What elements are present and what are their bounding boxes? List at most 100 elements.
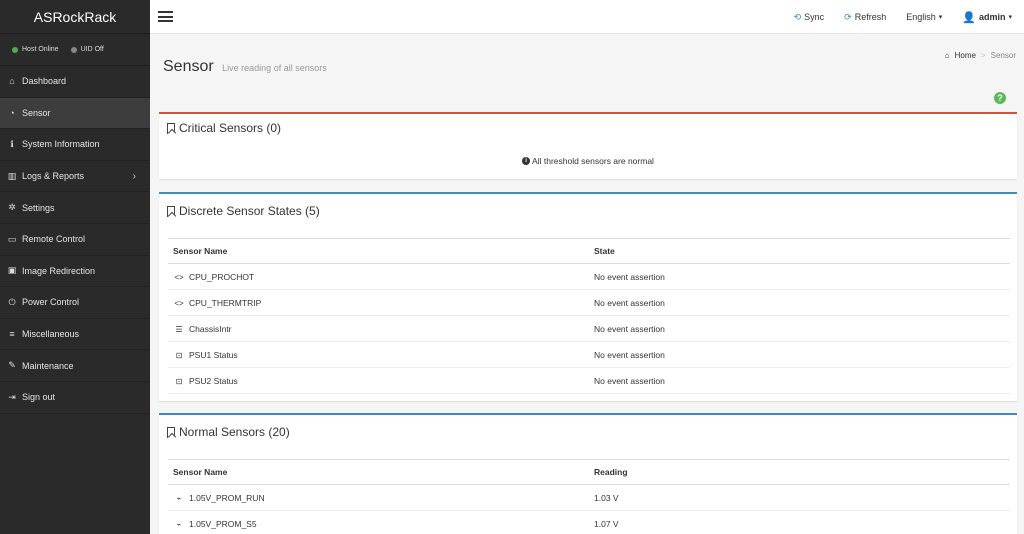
sidebar-item-settings[interactable]: ✲ Settings bbox=[0, 192, 150, 224]
column-header-sensor-name[interactable]: Sensor Name bbox=[168, 459, 589, 485]
page-subtitle: Live reading of all sensors bbox=[222, 63, 327, 73]
sidebar-item-sensor[interactable]: ◔ Sensor bbox=[0, 97, 150, 130]
page-title: Sensor bbox=[163, 58, 214, 75]
breadcrumb-separator: > bbox=[980, 51, 986, 60]
dashboard-gauge-icon: ◔ bbox=[9, 107, 15, 118]
table-row: ⊡ PSU1 Status No event assertion bbox=[168, 341, 1010, 368]
sidebar-item-label: Image Redirection bbox=[22, 265, 96, 276]
refresh-icon: ⟳ bbox=[844, 11, 852, 22]
top-bar: ⟲ Sync ⟳ Refresh English ▾ 👤 admin ▾ bbox=[150, 0, 1024, 34]
sensor-reading-cell: 1.03 V bbox=[589, 484, 1010, 511]
uid-status: UID Off bbox=[70, 46, 104, 53]
power-icon: ⏻ bbox=[8, 296, 16, 307]
main-content: Sensor Live reading of all sensors ⌂ Hom… bbox=[150, 34, 1024, 534]
sidebar-item-label: Sensor bbox=[22, 107, 51, 118]
sidebar-item-power-control[interactable]: ⏻ Power Control bbox=[0, 287, 150, 319]
table-header-row: Sensor Name Reading bbox=[168, 459, 1010, 485]
uid-status-label: UID Off bbox=[80, 46, 104, 53]
info-circle-icon: ℹ bbox=[10, 138, 14, 149]
sidebar-item-label: Sign out bbox=[22, 392, 56, 403]
table-row: ⊡ PSU2 Status No event assertion bbox=[168, 367, 1010, 394]
sensor-name-cell: ⌁ 1.05V_PROM_RUN bbox=[168, 484, 589, 511]
host-status-dot-icon bbox=[12, 46, 18, 53]
code-icon: <> bbox=[174, 298, 184, 308]
critical-sensors-title: Critical Sensors (0) bbox=[179, 121, 282, 135]
normal-sensors-header: Normal Sensors (20) bbox=[159, 415, 1017, 449]
normal-sensors-panel: Normal Sensors (20) Sensor Name Reading … bbox=[159, 413, 1017, 534]
critical-sensors-panel: Critical Sensors (0) i All threshold sen… bbox=[159, 112, 1017, 179]
user-label: admin bbox=[978, 12, 1006, 22]
column-header-reading[interactable]: Reading bbox=[589, 459, 1010, 485]
sensor-name-cell: <> CPU_PROCHOT bbox=[168, 263, 589, 290]
help-icon[interactable]: ? bbox=[994, 92, 1006, 104]
sidebar-nav: ⌂ Dashboard ◔ Sensor ℹ System Information ▥ Log… bbox=[0, 66, 150, 414]
sidebar-item-miscellaneous[interactable]: ≡ Miscellaneous bbox=[0, 319, 150, 351]
sensor-reading-cell: 1.07 V bbox=[589, 510, 1010, 534]
list-icon: ≡ bbox=[9, 329, 15, 340]
server-icon: ☰ bbox=[175, 324, 183, 334]
breadcrumb: ⌂ Home > Sensor bbox=[945, 51, 1016, 60]
sync-label: Sync bbox=[804, 12, 825, 22]
table-row: <> CPU_PROCHOT No event assertion bbox=[168, 263, 1010, 290]
sensor-state-cell: No event assertion bbox=[589, 341, 1010, 368]
sidebar-item-maintenance[interactable]: ✎ Maintenance bbox=[0, 350, 150, 382]
sidebar-item-label: Maintenance bbox=[22, 360, 74, 371]
sensor-name: PSU1 Status bbox=[189, 349, 238, 360]
sidebar-item-label: System Information bbox=[22, 139, 100, 150]
sensor-name-cell: <> CPU_THERMTRIP bbox=[168, 289, 589, 316]
sidebar-item-label: Dashboard bbox=[22, 76, 67, 87]
sidebar-item-image-redirection[interactable]: ▣ Image Redirection bbox=[0, 256, 150, 288]
bookmark-icon bbox=[167, 426, 175, 438]
refresh-button[interactable]: ⟳ Refresh bbox=[844, 12, 886, 23]
image-icon: ▣ bbox=[7, 265, 17, 276]
critical-sensors-header: Critical Sensors (0) bbox=[159, 114, 1017, 142]
brand-logo[interactable]: ASRockRack bbox=[0, 0, 150, 34]
power-supply-icon: ⊡ bbox=[175, 376, 183, 386]
sensor-name: CPU_PROCHOT bbox=[189, 271, 255, 282]
table-row: <> CPU_THERMTRIP No event assertion bbox=[168, 289, 1010, 316]
caret-down-icon: ▾ bbox=[1008, 14, 1012, 21]
language-dropdown[interactable]: English ▾ bbox=[906, 12, 942, 22]
bookmark-icon bbox=[167, 122, 175, 134]
breadcrumb-home[interactable]: Home bbox=[955, 51, 976, 60]
chevron-right-icon: › bbox=[132, 170, 136, 182]
pulse-icon: ⌁ bbox=[176, 493, 182, 503]
critical-notice: i All threshold sensors are normal bbox=[159, 142, 1017, 176]
user-dropdown[interactable]: 👤 admin ▾ bbox=[962, 11, 1012, 24]
sidebar-item-logs-reports[interactable]: ▥ Logs & Reports › bbox=[0, 161, 150, 193]
sidebar-item-label: Settings bbox=[22, 202, 55, 213]
host-status: Host Online bbox=[12, 46, 59, 53]
sensor-state-cell: No event assertion bbox=[589, 315, 1010, 342]
table-header-row: Sensor Name State bbox=[168, 238, 1010, 264]
sidebar-item-dashboard[interactable]: ⌂ Dashboard bbox=[0, 66, 150, 98]
breadcrumb-current: Sensor bbox=[990, 51, 1016, 60]
sensor-name-cell: ⊡ PSU1 Status bbox=[168, 341, 589, 368]
page-header: Sensor Live reading of all sensors bbox=[163, 58, 327, 76]
column-header-sensor-name[interactable]: Sensor Name bbox=[168, 238, 589, 264]
home-icon: ⌂ bbox=[944, 51, 950, 60]
sensor-state-cell: No event assertion bbox=[589, 263, 1010, 290]
power-supply-icon: ⊡ bbox=[175, 350, 183, 360]
info-icon: i bbox=[522, 157, 531, 165]
sidebar-item-label: Remote Control bbox=[22, 234, 86, 245]
sensor-name: ChassisIntr bbox=[189, 323, 232, 334]
sidebar-item-remote-control[interactable]: ▭ Remote Control bbox=[0, 224, 150, 256]
wrench-icon: ✎ bbox=[8, 360, 16, 371]
language-label: English bbox=[906, 12, 936, 22]
sensor-state-cell: No event assertion bbox=[589, 367, 1010, 394]
sidebar-item-label: Miscellaneous bbox=[22, 329, 80, 340]
table-row: ☰ ChassisIntr No event assertion bbox=[168, 315, 1010, 342]
normal-sensors-table: Sensor Name Reading ⌁ 1.05V_PROM_RUN 1.03 … bbox=[168, 459, 1010, 534]
sidebar-item-system-information[interactable]: ℹ System Information bbox=[0, 129, 150, 161]
monitor-icon: ▭ bbox=[7, 233, 17, 244]
column-header-state[interactable]: State bbox=[589, 238, 1010, 264]
sync-button[interactable]: ⟲ Sync bbox=[794, 12, 825, 23]
pulse-icon: ⌁ bbox=[176, 519, 182, 529]
bookmark-icon bbox=[167, 205, 175, 217]
menu-toggle-icon[interactable] bbox=[158, 11, 173, 22]
sidebar-item-sign-out[interactable]: ⇥ Sign out bbox=[0, 382, 150, 414]
sidebar-item-label: Logs & Reports bbox=[22, 171, 85, 182]
gear-icon: ✲ bbox=[8, 202, 16, 213]
sensor-name-cell: ☰ ChassisIntr bbox=[168, 315, 589, 342]
discrete-sensors-table: Sensor Name State <> CPU_PROCHOT No event … bbox=[168, 238, 1010, 394]
